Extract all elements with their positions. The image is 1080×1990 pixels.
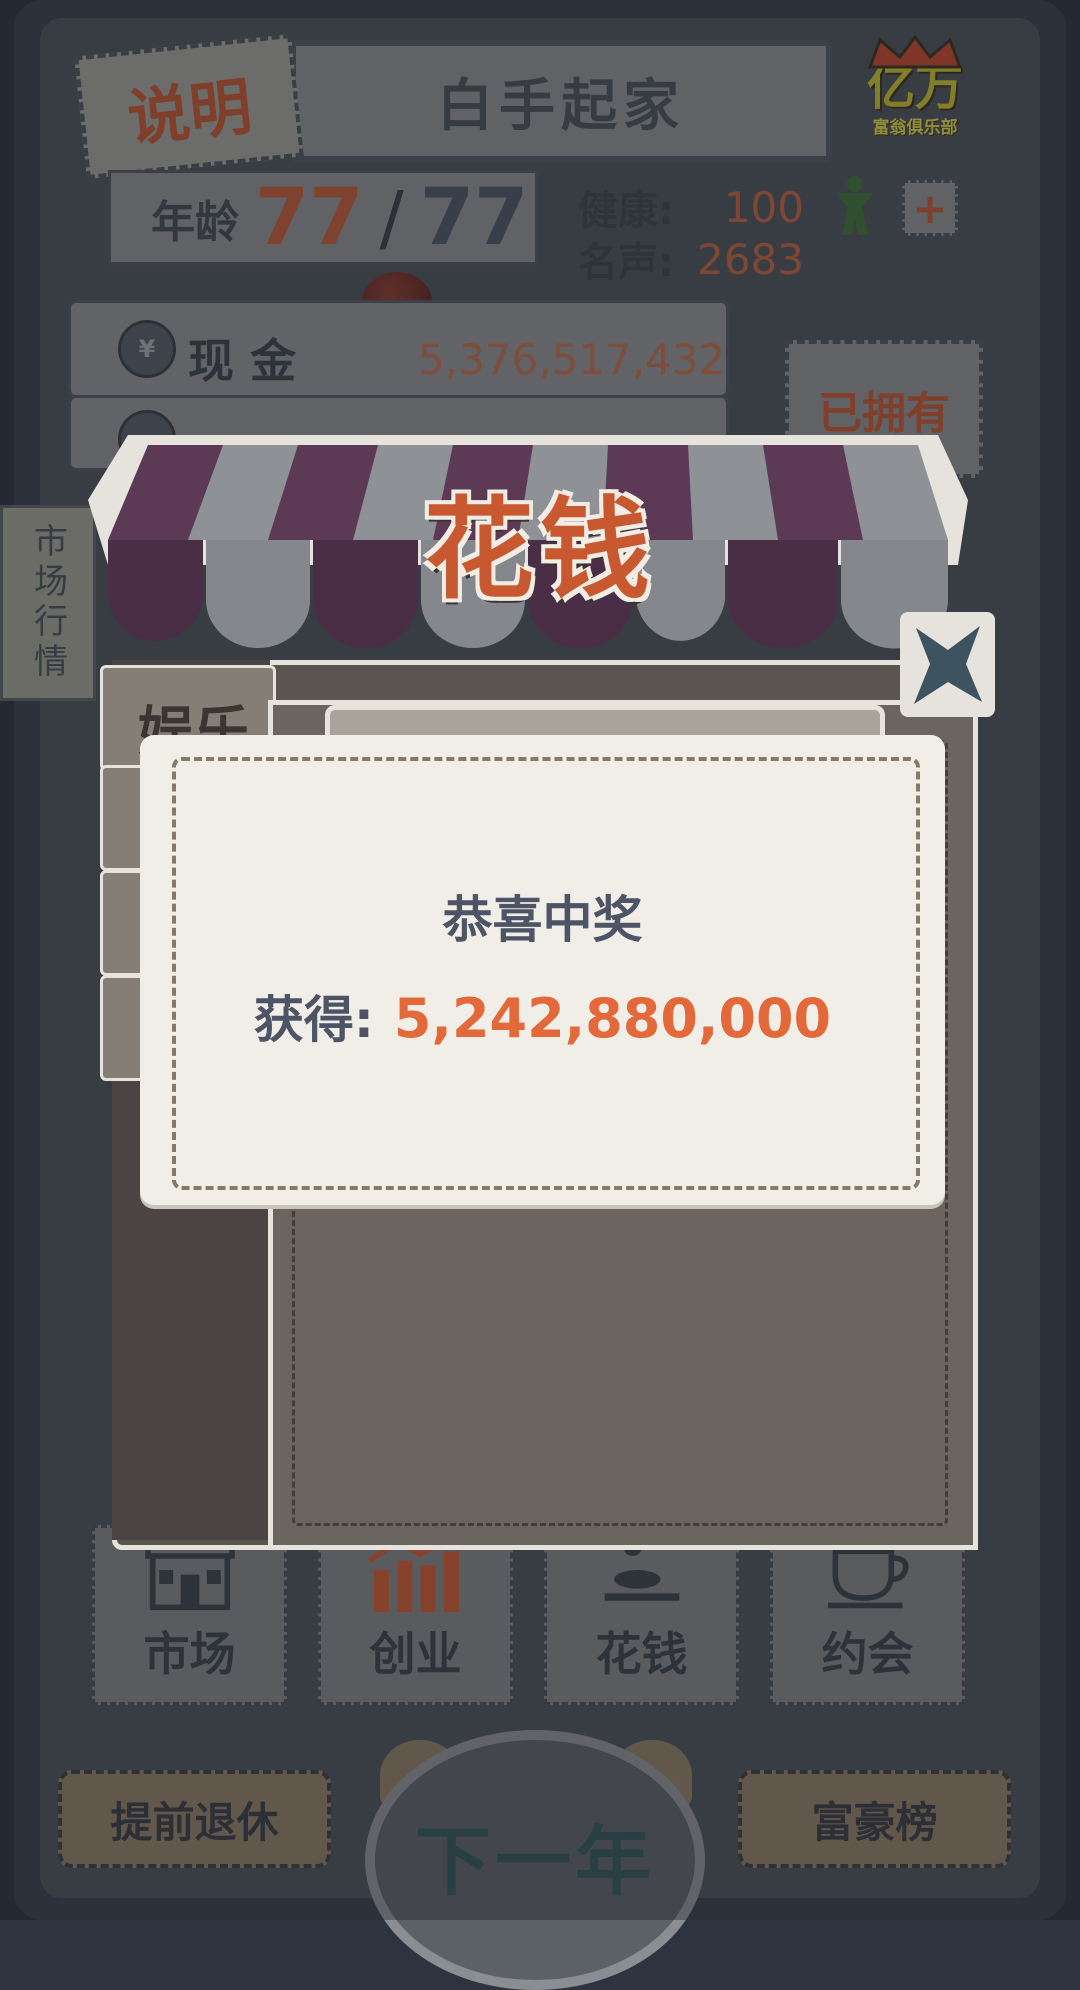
close-button[interactable] — [900, 612, 995, 717]
close-icon — [914, 626, 982, 704]
prize-gain-value: 5,242,880,000 — [393, 987, 832, 1050]
prize-gain-label: 获得: — [253, 991, 374, 1049]
shop-title: 花钱 — [424, 486, 656, 614]
prize-popup-border — [172, 757, 920, 1190]
prize-gain-line: 获得: 5,242,880,000 — [140, 980, 945, 1052]
prize-popup-title: 恭喜中奖 — [442, 891, 643, 949]
